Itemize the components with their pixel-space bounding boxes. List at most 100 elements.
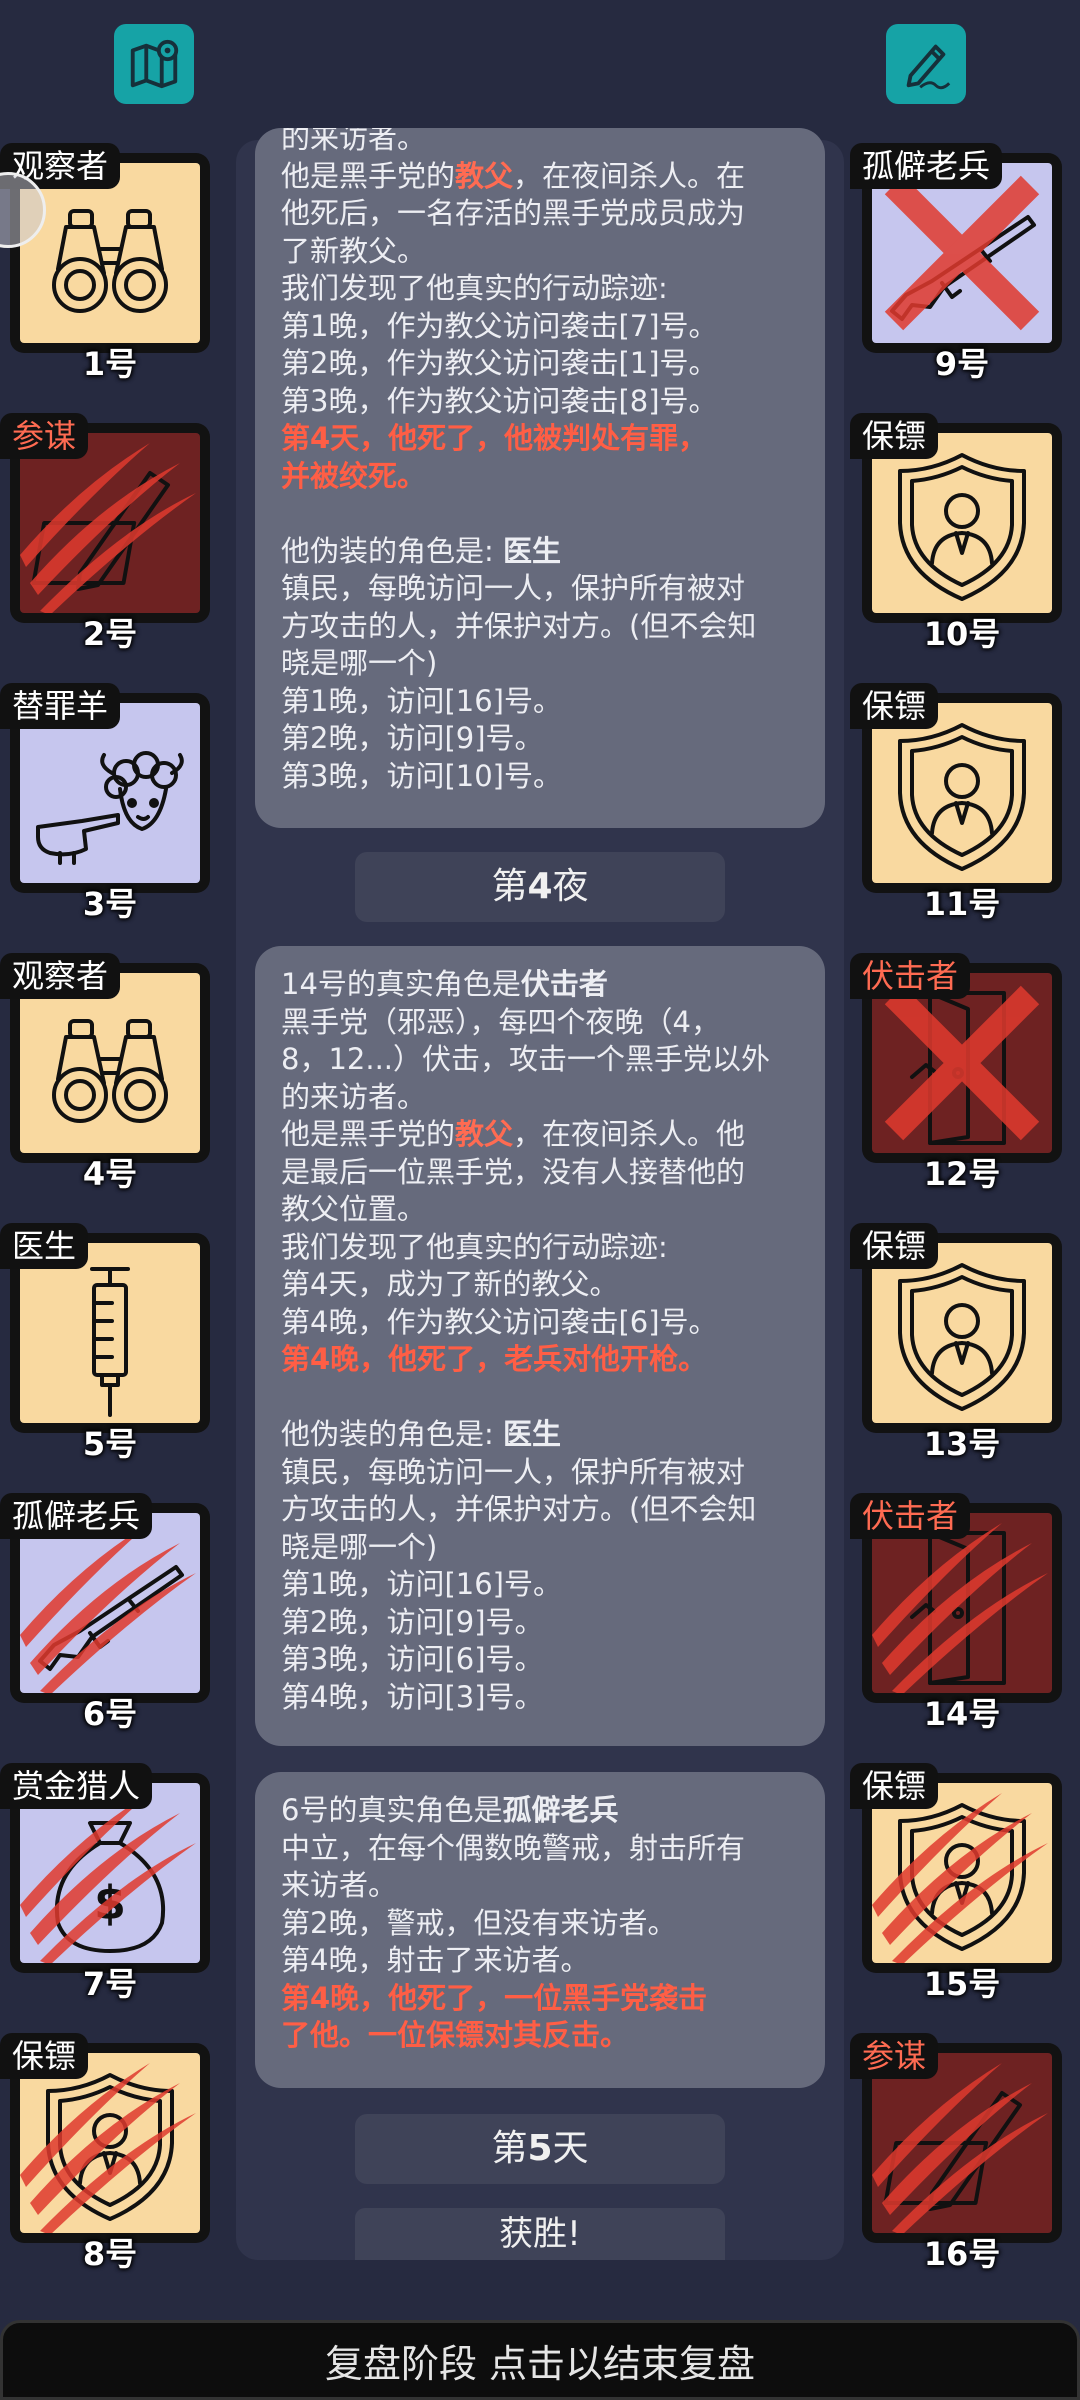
- role-label: 孤僻老兵: [850, 143, 1003, 189]
- player-number: 1号: [82, 345, 138, 383]
- map-button[interactable]: [114, 24, 194, 104]
- player-card[interactable]: 替罪羊 3号: [0, 683, 210, 923]
- log-line: 方攻击的人，并保护对方。(但不会知: [281, 1492, 757, 1526]
- log-line: 晓是哪一个): [281, 1529, 438, 1564]
- log-line: 中立，在每个偶数晚警戒，射击所有: [281, 1830, 746, 1865]
- log-line: 8，12...）伏击，攻击一个黑手党以外: [281, 1042, 771, 1076]
- player-card[interactable]: 参谋 2号: [0, 413, 210, 653]
- log-line-death: 第4天，他死了，他被判处有罪，: [281, 421, 708, 455]
- log-line: 镇民，每晚访问一人，保护所有被对: [281, 571, 746, 605]
- log-line-death: 了他。一位保镖对其反击。: [281, 2018, 630, 2052]
- role-label: 伏击者: [850, 953, 971, 999]
- log-line: 第2晚，警戒，但没有来访者。: [281, 1905, 677, 1940]
- log-line: 他是黑手党的教父，在夜间杀人。他: [281, 1117, 746, 1151]
- log-bubble-2: 14号的真实角色是伏击者 黑手党（邪恶），每四个夜晚（4， 8，12...）伏击…: [255, 946, 825, 1746]
- victory-banner: 获胜!: [355, 2208, 725, 2260]
- log-line: 6号的真实角色是孤僻老兵: [281, 1793, 619, 1827]
- player-number: 2号: [82, 615, 138, 653]
- log-line-death: 第4晚，他死了，老兵对他开枪。: [281, 1342, 708, 1376]
- player-card[interactable]: 观察者 4号: [0, 953, 210, 1193]
- phase-header-day: 第5天: [355, 2114, 725, 2184]
- phase-header-night: 第4夜: [355, 852, 725, 922]
- log-line-death: 第4晚，他死了，一位黑手党袭击: [281, 1980, 708, 2015]
- notes-button[interactable]: [886, 24, 966, 104]
- player-card[interactable]: 保镖 8号: [0, 2033, 210, 2273]
- player-number: 5号: [82, 1425, 138, 1463]
- log-line: 镇民，每晚访问一人，保护所有被对: [281, 1454, 746, 1489]
- role-label: 保镖: [850, 683, 939, 729]
- player-number: 8号: [82, 2235, 138, 2273]
- log-line: 第4天，成为了新的教父。: [281, 1267, 619, 1301]
- player-card[interactable]: 赏金猎人$7号: [0, 1763, 210, 2003]
- log-line-death: 并被绞死。: [281, 458, 427, 493]
- edit-notes-icon: [906, 44, 951, 90]
- log-line: 第1晚，访问[16]号。: [281, 1567, 562, 1601]
- log-line: 教父位置。: [281, 1192, 427, 1226]
- log-line: 来访者。: [281, 1868, 398, 1902]
- player-card[interactable]: 保镖 11号: [850, 683, 1072, 923]
- log-line: 他伪装的角色是: 医生: [281, 533, 562, 568]
- log-line: 第4晚，访问[3]号。: [281, 1679, 544, 1714]
- role-label: 赏金猎人: [0, 1763, 153, 1809]
- log-line: 晓是哪一个): [281, 646, 438, 680]
- role-label: 保镖: [850, 1763, 939, 1809]
- log-line: 第1晚，访问[16]号。: [281, 683, 562, 718]
- end-review-button[interactable]: 复盘阶段 点击以结束复盘: [0, 2320, 1080, 2400]
- role-label: 医生: [0, 1223, 89, 1269]
- log-line: 了新教父。: [281, 233, 427, 268]
- player-number: 4号: [82, 1155, 138, 1193]
- log-line: 他死后，一名存活的黑手党成员成为: [281, 196, 746, 230]
- role-label: 保镖: [850, 413, 939, 459]
- log-line: 第1晚，作为教父访问袭击[7]号。: [281, 308, 718, 343]
- log-line: 我们发现了他真实的行动踪迹:: [281, 271, 668, 305]
- role-label: 保镖: [0, 2033, 89, 2079]
- log-line: 第2晚，访问[9]号。: [281, 1604, 544, 1639]
- player-number: 13号: [923, 1425, 1001, 1463]
- map-icon: [130, 39, 179, 89]
- role-label: 观察者: [0, 953, 121, 999]
- player-number: 11号: [923, 885, 1001, 923]
- player-card[interactable]: 参谋 16号: [850, 2033, 1072, 2273]
- log-line: 第3晚，访问[10]号。: [281, 758, 562, 793]
- log-line: 第4晚，作为教父访问袭击[6]号。: [281, 1304, 718, 1339]
- role-label: 保镖: [850, 1223, 939, 1269]
- log-line: 是最后一位黑手党，没有人接替他的: [281, 1154, 746, 1189]
- role-label: 替罪羊: [0, 683, 121, 729]
- player-number: 15号: [923, 1965, 1001, 2003]
- role-label: 伏击者: [850, 1493, 971, 1539]
- log-line: 他伪装的角色是: 医生: [281, 1417, 562, 1451]
- log-line: 黑手党（邪恶），每四个夜晚（4，: [281, 1004, 720, 1039]
- player-card[interactable]: 医生 5号: [0, 1223, 210, 1463]
- player-number: 7号: [82, 1965, 138, 2003]
- player-card[interactable]: 孤僻老兵 9号: [850, 143, 1072, 383]
- role-label: 参谋: [0, 413, 89, 459]
- log-bubble-3: 6号的真实角色是孤僻老兵 中立，在每个偶数晚警戒，射击所有 来访者。 第2晚，警…: [255, 1772, 825, 2088]
- log-line: 方攻击的人，并保护对方。(但不会知: [281, 608, 757, 643]
- log-line: 的来访者。: [281, 1079, 427, 1114]
- log-line: 我们发现了他真实的行动踪迹:: [281, 1229, 668, 1264]
- player-number: 10号: [923, 615, 1001, 653]
- player-number: 12号: [923, 1155, 1001, 1193]
- player-card[interactable]: 保镖 10号: [850, 413, 1072, 653]
- player-number: 14号: [923, 1695, 1001, 1733]
- player-number: 3号: [82, 885, 138, 923]
- log-bubble-1: 的来访者。 他是黑手党的教父，在夜间杀人。在 他死后，一名存活的黑手党成员成为 …: [255, 128, 825, 828]
- player-card[interactable]: 保镖 13号: [850, 1223, 1072, 1463]
- player-card[interactable]: 孤僻老兵 6号: [0, 1493, 210, 1733]
- player-card[interactable]: 伏击者 14号: [850, 1493, 1072, 1733]
- log-line: 第2晚，作为教父访问袭击[1]号。: [281, 346, 718, 380]
- role-label: 参谋: [850, 2033, 939, 2079]
- log-line: 第3晚，访问[6]号。: [281, 1642, 544, 1676]
- log-line: 第2晚，访问[9]号。: [281, 721, 544, 755]
- log-line: 14号的真实角色是伏击者: [281, 967, 608, 1001]
- log-line: 第3晚，作为教父访问袭击[8]号。: [281, 383, 718, 418]
- player-number: 6号: [82, 1695, 138, 1733]
- log-line: 他是黑手党的教父，在夜间杀人。在: [281, 158, 746, 193]
- log-line: 的来访者。: [281, 128, 427, 155]
- player-card[interactable]: 保镖 15号: [850, 1763, 1072, 2003]
- player-number: 9号: [934, 345, 990, 383]
- player-card[interactable]: 伏击者 12号: [850, 953, 1072, 1193]
- log-line: 第4晚，射击了来访者。: [281, 1943, 590, 1977]
- player-number: 16号: [923, 2235, 1001, 2273]
- role-label: 孤僻老兵: [0, 1493, 153, 1539]
